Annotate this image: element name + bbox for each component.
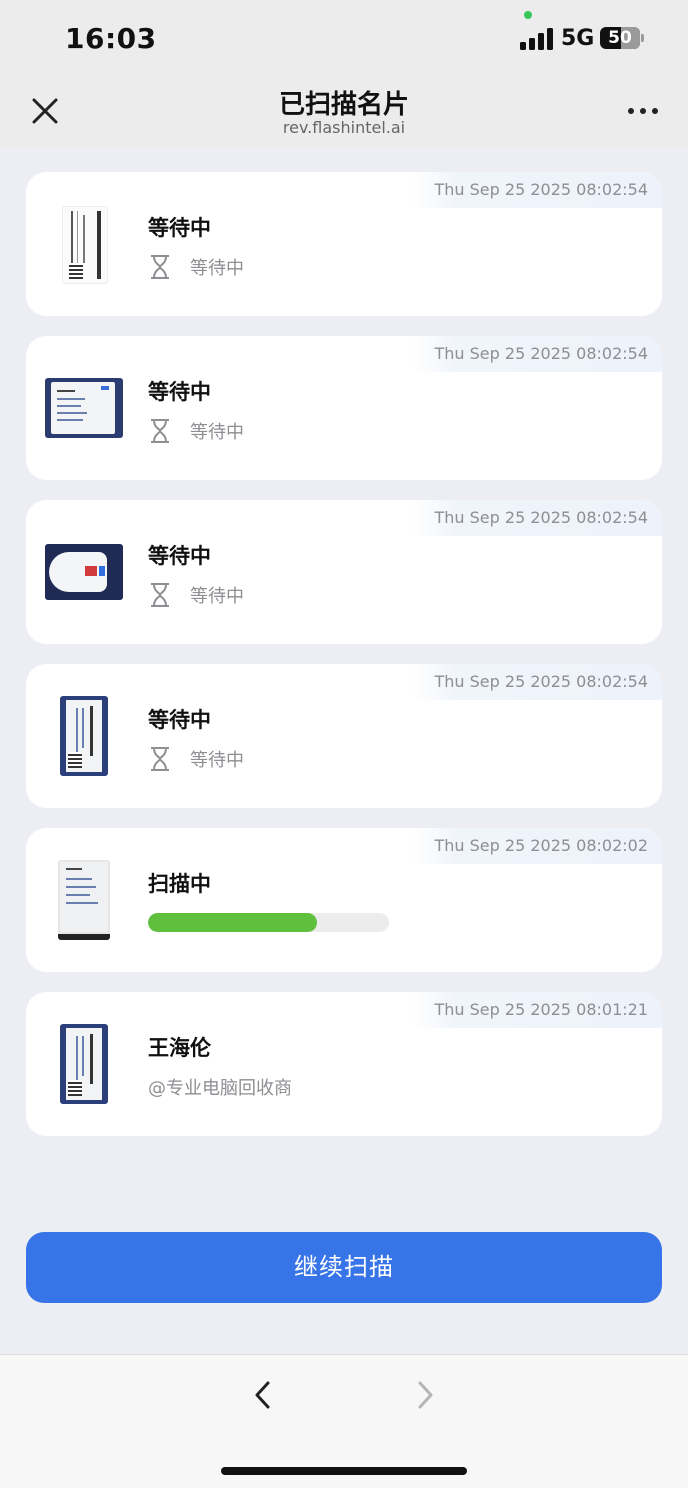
card-thumbnail [60,696,108,776]
scan-card[interactable]: Thu Sep 25 2025 08:02:02 扫描中 [26,828,662,972]
battery-cap [641,34,644,42]
scan-card[interactable]: Thu Sep 25 2025 08:02:54 等待中 等待中 [26,664,662,808]
scan-progress-fill [148,913,317,932]
card-timestamp: Thu Sep 25 2025 08:01:21 [412,992,662,1028]
card-status-text: 等待中 [190,586,244,607]
scan-card[interactable]: Thu Sep 25 2025 08:02:54 等待中 等待中 [26,500,662,644]
page-subtitle-url: rev.flashintel.ai [282,118,406,137]
nav-header: 已扫描名片 rev.flashintel.ai [0,76,688,146]
scan-card[interactable]: Thu Sep 25 2025 08:02:54 等待中 等待中 [26,336,662,480]
home-indicator [221,1467,467,1475]
card-status-text: 等待中 [190,422,244,443]
privacy-indicator-dot [524,11,532,19]
contact-company: @专业电脑回收商 [148,1078,292,1099]
hourglass-icon [151,419,169,443]
card-thumbnail [45,544,123,600]
hourglass-icon [151,747,169,771]
card-thumbnail [45,378,123,438]
chevron-right-icon [418,1381,433,1409]
card-timestamp: Thu Sep 25 2025 08:02:54 [412,500,662,536]
card-timestamp: Thu Sep 25 2025 08:02:02 [412,828,662,864]
contact-name: 王海伦 [148,1036,211,1060]
screen: 16:03 5G 50 已扫描名片 rev.flashintel.ai Thu … [0,0,688,1488]
battery-level: 50 [608,28,632,48]
signal-icon [520,28,554,50]
card-status-text: 等待中 [190,750,244,771]
card-timestamp: Thu Sep 25 2025 08:02:54 [412,336,662,372]
card-title: 等待中 [148,708,211,732]
battery-icon: 50 [600,27,640,49]
chevron-left-icon [255,1381,270,1409]
hourglass-icon [151,255,169,279]
scan-card[interactable]: Thu Sep 25 2025 08:02:54 等待中 等待中 [26,172,662,316]
back-button[interactable] [248,1377,278,1413]
card-title: 等待中 [148,380,211,404]
page-title: 已扫描名片 [278,90,409,120]
card-timestamp: Thu Sep 25 2025 08:02:54 [412,664,662,700]
card-title: 等待中 [148,544,211,568]
forward-button[interactable] [410,1377,440,1413]
card-thumbnail [62,206,108,284]
network-type: 5G [561,26,595,51]
more-horizontal-icon [628,108,634,114]
browser-toolbar [0,1354,688,1488]
card-status-text: 等待中 [190,258,244,279]
more-button[interactable] [622,98,662,124]
card-title: 等待中 [148,216,211,240]
status-time: 16:03 [65,22,157,55]
card-thumbnail [58,860,110,940]
scan-progress-bar [148,913,389,932]
card-timestamp: Thu Sep 25 2025 08:02:54 [412,172,662,208]
status-bar: 16:03 5G 50 [0,0,688,76]
scan-card[interactable]: Thu Sep 25 2025 08:01:21 王海伦 @专业电脑回收商 [26,992,662,1136]
continue-scan-button[interactable]: 继续扫描 [26,1232,662,1303]
hourglass-icon [151,583,169,607]
card-title: 扫描中 [148,872,211,896]
card-thumbnail [60,1024,108,1104]
